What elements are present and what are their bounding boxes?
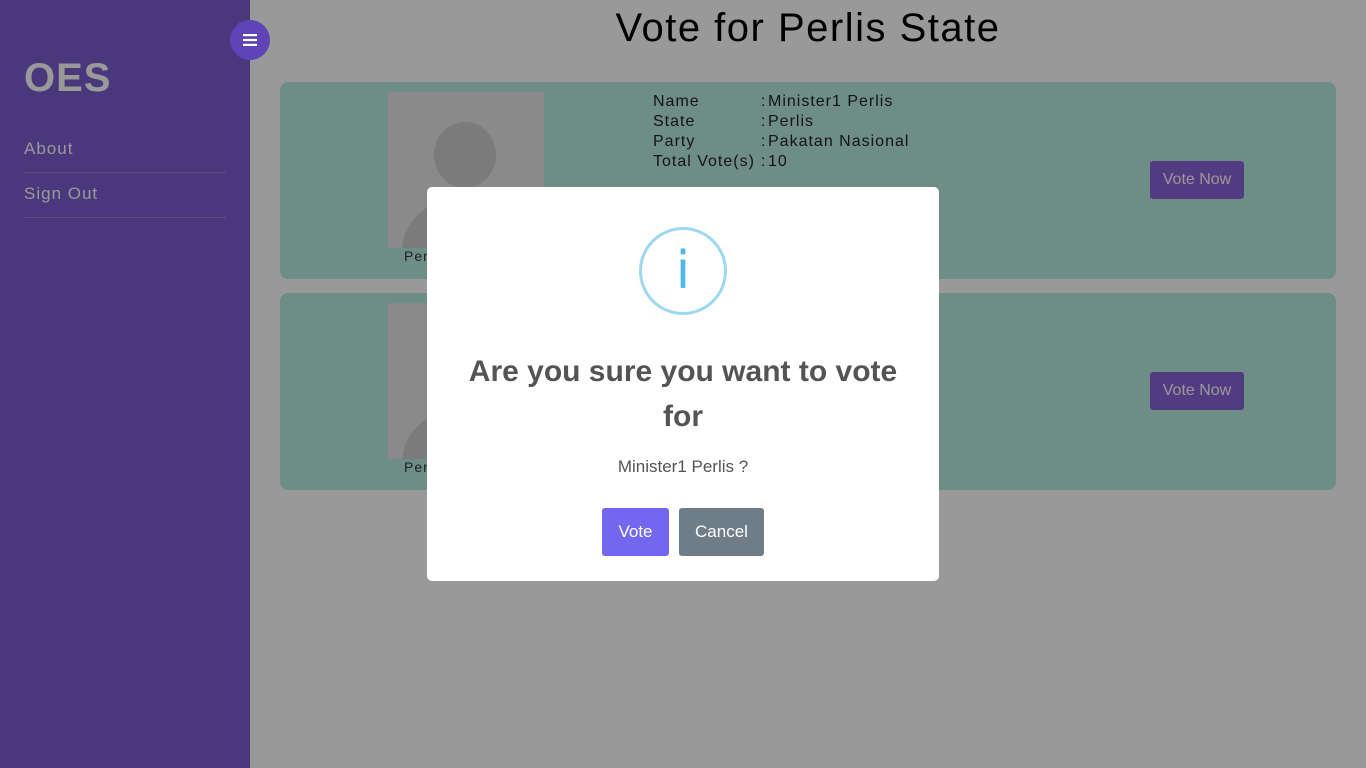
hamburger-icon	[243, 34, 257, 46]
sidebar-toggle-button[interactable]	[230, 20, 270, 60]
info-icon-glyph: i	[675, 241, 691, 301]
dialog-title: Are you sure you want to vote for	[468, 355, 898, 433]
dialog-text: Minister1 Perlis ?	[617, 457, 749, 476]
confirm-vote-dialog: i Are you sure you want to vote for Mini…	[427, 187, 939, 581]
vote-button[interactable]: Vote	[602, 508, 669, 556]
cancel-button[interactable]: Cancel	[679, 508, 764, 556]
dialog-actions: Vote Cancel	[427, 508, 939, 556]
info-icon: i	[639, 227, 727, 315]
